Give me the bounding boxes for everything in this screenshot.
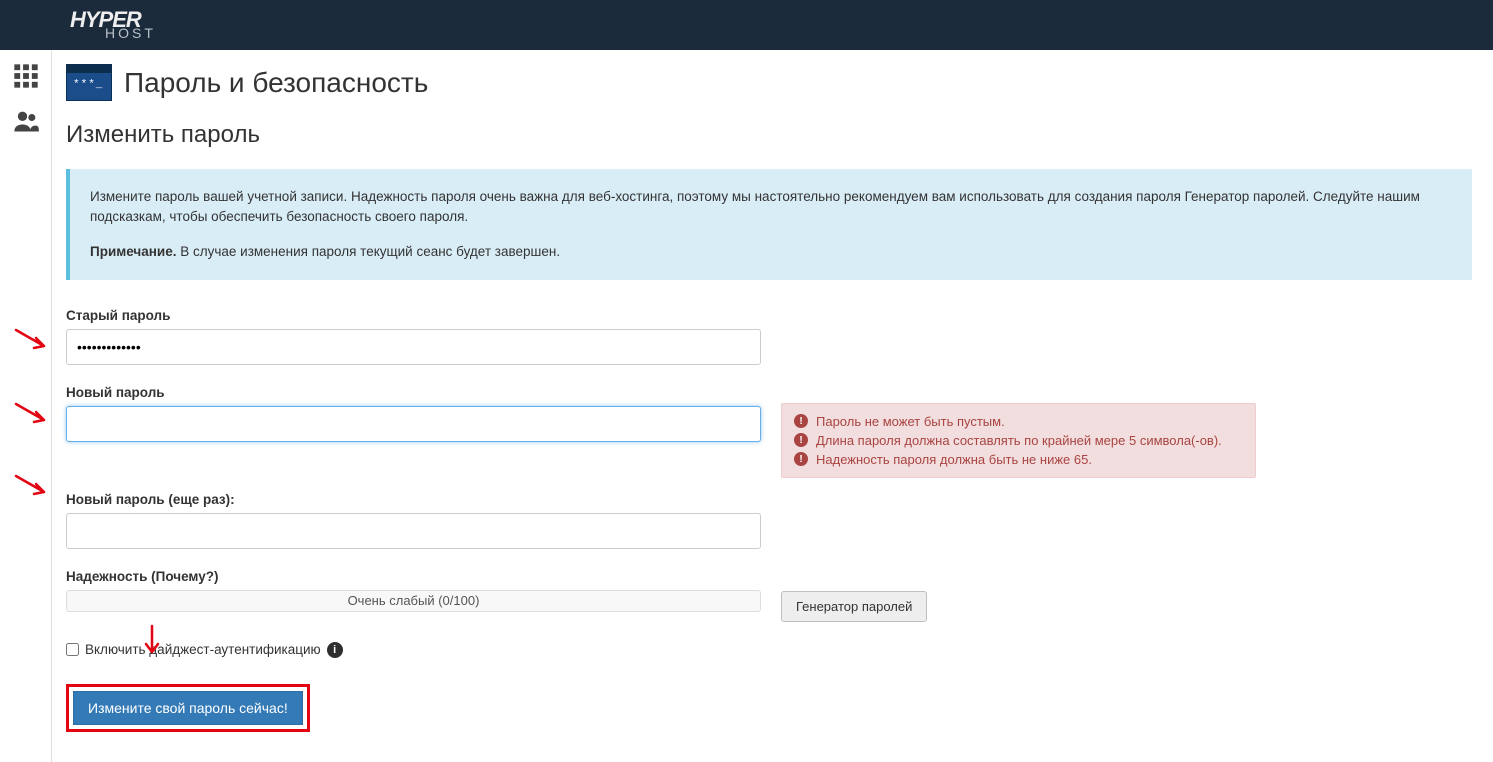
- info-callout: Измените пароль вашей учетной записи. На…: [66, 169, 1472, 280]
- info-text: Измените пароль вашей учетной записи. На…: [90, 187, 1452, 228]
- strength-meter: Очень слабый (0/100): [66, 590, 761, 612]
- digest-auth-label: Включить дайджест-аутентификацию: [85, 642, 321, 657]
- help-icon[interactable]: i: [327, 642, 343, 658]
- error-text: Длина пароля должна составлять по крайне…: [816, 433, 1222, 448]
- password-generator-button[interactable]: Генератор паролей: [781, 591, 927, 622]
- info-note-label: Примечание.: [90, 244, 176, 259]
- apps-grid-icon[interactable]: [12, 62, 40, 93]
- error-item: Длина пароля должна составлять по крайне…: [794, 431, 1243, 450]
- submit-highlight-box: Измените свой пароль сейчас!: [66, 684, 310, 732]
- main-content: Пароль и безопасность Изменить пароль Из…: [52, 50, 1492, 762]
- logo: HYPER HOST: [70, 12, 156, 39]
- error-box: Пароль не может быть пустым. Длина парол…: [781, 403, 1256, 478]
- strength-meter-text: Очень слабый (0/100): [348, 593, 480, 608]
- confirm-password-label: Новый пароль (еще раз):: [66, 492, 1472, 507]
- error-item: Пароль не может быть пустым.: [794, 412, 1243, 431]
- new-password-label: Новый пароль: [66, 385, 761, 400]
- error-item: Надежность пароля должна быть не ниже 65…: [794, 450, 1243, 469]
- users-icon[interactable]: [12, 107, 40, 138]
- error-text: Надежность пароля должна быть не ниже 65…: [816, 452, 1092, 467]
- error-icon: [794, 414, 808, 428]
- error-icon: [794, 452, 808, 466]
- old-password-label: Старый пароль: [66, 308, 1472, 323]
- side-nav: [0, 50, 52, 762]
- layout: Пароль и безопасность Изменить пароль Из…: [0, 50, 1493, 762]
- top-header: HYPER HOST: [0, 0, 1493, 50]
- confirm-password-input[interactable]: [66, 513, 761, 549]
- strength-label: Надежность (Почему?): [66, 569, 761, 584]
- info-note-text: В случае изменения пароля текущий сеанс …: [176, 244, 560, 259]
- error-icon: [794, 433, 808, 447]
- strength-row: Надежность (Почему?) Очень слабый (0/100…: [66, 569, 1472, 622]
- confirm-password-row: Новый пароль (еще раз):: [66, 492, 1472, 549]
- page-title-row: Пароль и безопасность: [66, 64, 1472, 101]
- info-note: Примечание. В случае изменения пароля те…: [90, 242, 1452, 262]
- old-password-input[interactable]: [66, 329, 761, 365]
- digest-auth-row: Включить дайджест-аутентификацию i: [66, 642, 1472, 658]
- change-password-submit-button[interactable]: Измените свой пароль сейчас!: [73, 691, 303, 725]
- old-password-row: Старый пароль: [66, 308, 1472, 365]
- digest-auth-checkbox[interactable]: [66, 643, 79, 656]
- page-title: Пароль и безопасность: [124, 67, 428, 99]
- password-icon: [66, 64, 112, 101]
- new-password-input[interactable]: [66, 406, 761, 442]
- section-title: Изменить пароль: [66, 121, 1472, 149]
- error-text: Пароль не может быть пустым.: [816, 414, 1005, 429]
- new-password-row: Новый пароль Пароль не может быть пустым…: [66, 385, 1472, 478]
